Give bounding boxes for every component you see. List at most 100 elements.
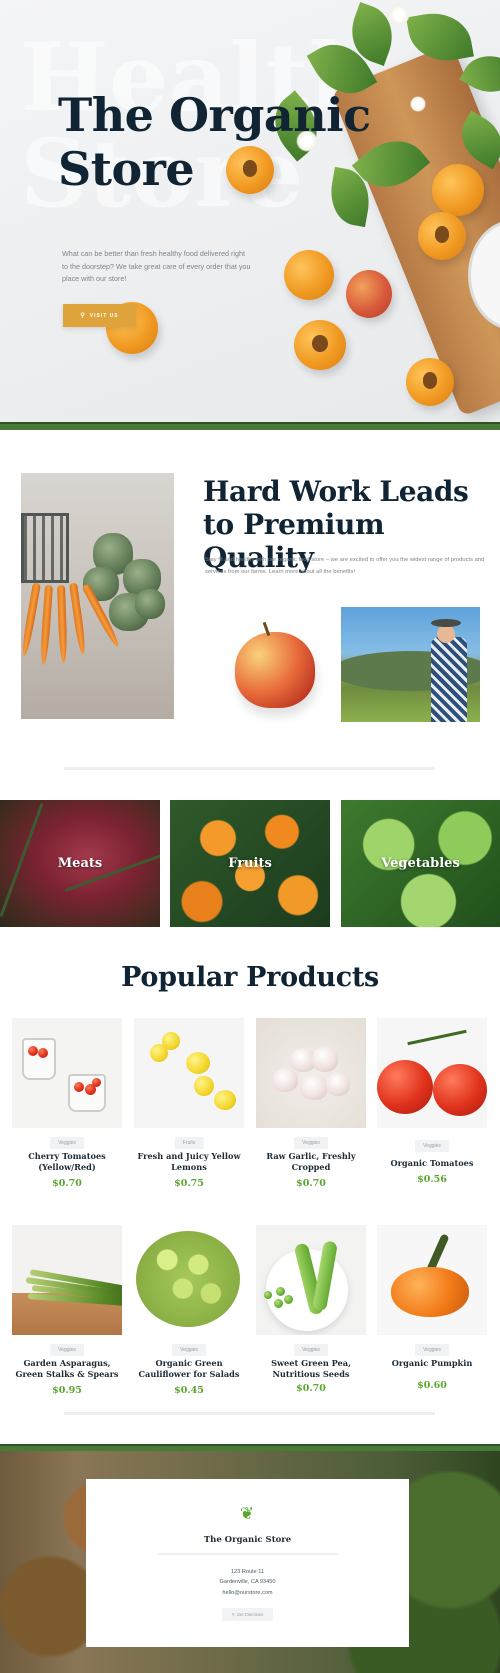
farmer-figure (431, 637, 467, 722)
product-price: $0.70 (296, 1178, 326, 1189)
hero-title-line1: The Organic (58, 88, 371, 142)
product-tag: Veggies (294, 1137, 328, 1149)
product-name[interactable]: Cherry Tomatoes (Yellow/Red) (12, 1151, 122, 1173)
carrot-image (39, 584, 53, 666)
hero-description: What can be better than fresh healthy fo… (62, 249, 251, 283)
pea-image (284, 1295, 293, 1304)
pea-image (264, 1291, 272, 1299)
product-name[interactable]: Organic Green Cauliflower for Salads (134, 1358, 244, 1380)
footer-divider (158, 1553, 338, 1555)
farmer-photo (341, 607, 480, 722)
glass-image (22, 1038, 56, 1080)
garlic-image (312, 1046, 338, 1072)
apricot-image (406, 358, 454, 406)
email-link[interactable]: hello@ourstore.com (86, 1590, 409, 1596)
product-tag: Veggies (415, 1344, 449, 1356)
category-fruits[interactable]: Fruits (170, 800, 330, 927)
product-tag: Veggies (294, 1344, 328, 1356)
pea-image (274, 1299, 283, 1308)
flower-image (388, 4, 410, 26)
crate-image (21, 513, 69, 583)
product-name[interactable]: Organic Tomatoes (377, 1158, 487, 1169)
garlic-image (272, 1068, 298, 1092)
product-image (377, 1018, 487, 1128)
category-label: Vegetables (381, 856, 460, 871)
carrot-image (21, 582, 41, 657)
visit-us-label: VISIT US (89, 312, 119, 319)
product-tag: Fruits (174, 1137, 204, 1149)
lemon-image (150, 1044, 168, 1062)
product-image (377, 1225, 487, 1335)
vine-image (407, 1029, 467, 1046)
apricot-image (432, 164, 484, 216)
address-line2: Gardenville, CA 93450 (219, 1579, 276, 1585)
section-divider (64, 767, 435, 770)
product-tag: Veggies (172, 1344, 206, 1356)
carrot-image (57, 584, 68, 664)
apple-photo (205, 608, 333, 722)
store-name: The Organic Store (203, 1535, 292, 1545)
product-image (256, 1018, 366, 1128)
garlic-image (300, 1074, 328, 1100)
lemon-image (214, 1090, 236, 1110)
romanesco-image (136, 1231, 240, 1327)
artichoke-image (135, 589, 165, 619)
product-card[interactable]: Veggies Garden Asparagus, Green Stalks &… (12, 1225, 122, 1415)
map-pin-icon: ⚲ (231, 1612, 235, 1617)
map-pin-icon: ⚲ (80, 313, 86, 319)
apple-image (235, 632, 315, 708)
hero-title: The Organic Store (58, 88, 371, 196)
product-card[interactable]: Veggies Raw Garlic, Freshly Cropped $0.7… (256, 1018, 366, 1208)
cherry-tomato-image (92, 1078, 101, 1087)
get-directions-label: Get Directions (236, 1612, 264, 1617)
apricot-image (284, 250, 334, 300)
store-info-card: ❦ The Organic Store 123 Route 11 Gardenv… (86, 1479, 409, 1647)
product-image (12, 1225, 122, 1335)
farmer-head (437, 625, 455, 643)
product-price: $0.70 (296, 1383, 326, 1394)
product-price: $0.95 (52, 1385, 82, 1396)
product-price: $0.75 (174, 1178, 204, 1189)
product-tag: Veggies (415, 1140, 449, 1152)
hero-section: Health Store The Organic Store What can … (0, 0, 500, 422)
product-price: $0.60 (417, 1380, 447, 1391)
product-card[interactable]: Veggies Organic Tomatoes $0.56 (377, 1018, 487, 1208)
product-name[interactable]: Sweet Green Pea, Nutritious Seeds (256, 1358, 366, 1380)
pea-image (276, 1287, 285, 1296)
section-divider-band (0, 1444, 500, 1451)
product-card[interactable]: Veggies Organic Pumpkin $0.60 (377, 1225, 487, 1415)
cherry-tomato-image (28, 1046, 38, 1056)
cherry-tomato-image (38, 1048, 48, 1058)
product-image (134, 1225, 244, 1335)
product-image (12, 1018, 122, 1128)
category-meats[interactable]: Meats (0, 800, 160, 927)
rosemary-image (0, 803, 44, 917)
tomato-image (433, 1064, 487, 1116)
flower-image (410, 96, 426, 112)
product-name[interactable]: Raw Garlic, Freshly Cropped (256, 1151, 366, 1173)
vegetable-basket-icon: ❦ (239, 1504, 255, 1523)
category-label: Fruits (228, 856, 272, 871)
product-card[interactable]: Fruits Fresh and Juicy Yellow Lemons $0.… (134, 1018, 244, 1208)
category-vegetables[interactable]: Vegetables (341, 800, 500, 927)
product-tag: Veggies (50, 1344, 84, 1356)
section-divider (64, 1412, 435, 1415)
garlic-image (326, 1072, 350, 1096)
product-price: $0.70 (52, 1178, 82, 1189)
product-card[interactable]: Veggies Cherry Tomatoes (Yellow/Red) $0.… (12, 1018, 122, 1208)
cherry-tomato-image (74, 1082, 84, 1092)
category-label: Meats (57, 856, 103, 871)
product-card[interactable]: Veggies Sweet Green Pea, Nutritious Seed… (256, 1225, 366, 1415)
product-name[interactable]: Garden Asparagus, Green Stalks & Spears (12, 1358, 122, 1380)
pumpkin-image (391, 1267, 469, 1317)
product-name[interactable]: Organic Pumpkin (377, 1358, 487, 1369)
product-name[interactable]: Fresh and Juicy Yellow Lemons (134, 1151, 244, 1173)
product-tag: Veggies (50, 1137, 84, 1149)
product-price: $0.56 (417, 1174, 447, 1185)
get-directions-button[interactable]: ⚲ Get Directions (222, 1608, 273, 1621)
products-title: Popular Products (121, 962, 379, 993)
plum-image (346, 270, 392, 318)
product-card[interactable]: Veggies Organic Green Cauliflower for Sa… (134, 1225, 244, 1415)
visit-us-button[interactable]: ⚲ VISIT US (63, 304, 136, 327)
product-image (134, 1018, 244, 1128)
